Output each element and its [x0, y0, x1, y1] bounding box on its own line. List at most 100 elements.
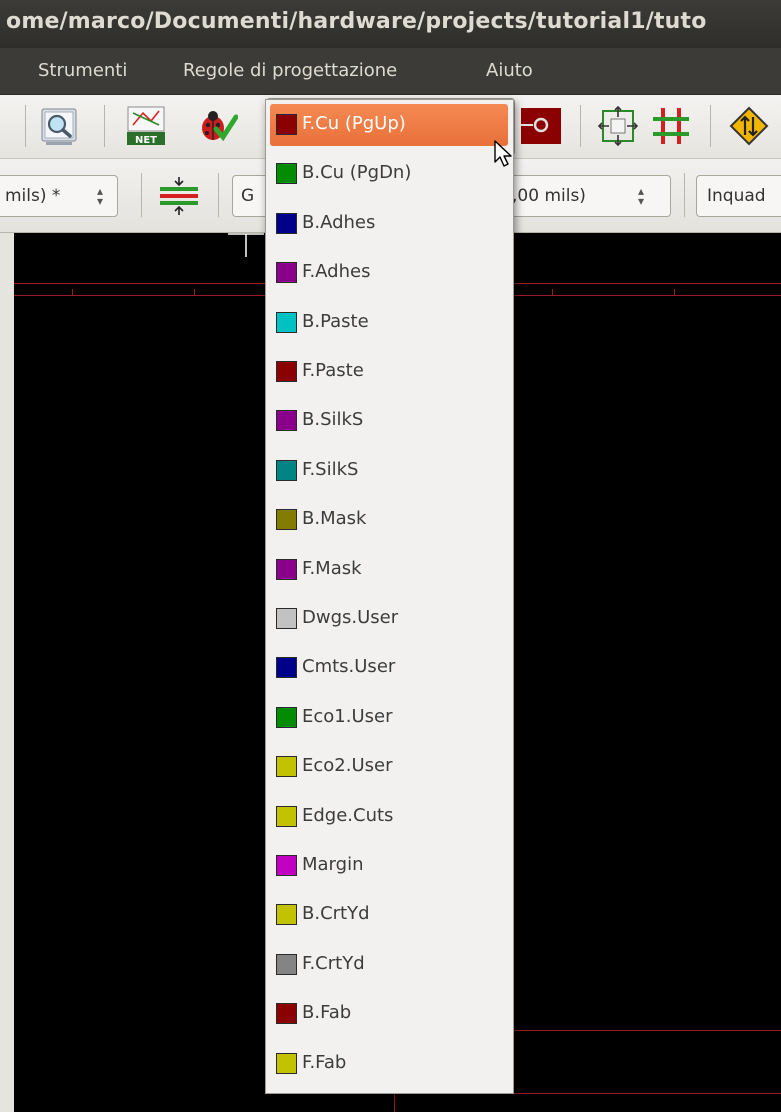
toolbar-separator — [218, 173, 219, 217]
layer-option-f-crtyd[interactable]: F.CrtYd — [270, 944, 508, 986]
layer-option-margin[interactable]: Margin — [270, 845, 508, 887]
layer-option-b-fab[interactable]: B.Fab — [270, 993, 508, 1035]
layer-color-swatch — [276, 558, 297, 580]
track-width-selector[interactable]: mils) * ▴ ▾ — [0, 175, 118, 217]
layer-option-cmts-user[interactable]: Cmts.User — [270, 647, 508, 689]
layer-color-swatch — [276, 756, 297, 778]
toolbar-separator — [684, 173, 685, 217]
toolbar-separator — [580, 105, 581, 147]
grid-label: G — [241, 186, 255, 206]
window-title: ome/marco/Documenti/hardware/projects/tu… — [6, 9, 707, 34]
layer-option-eco1-user[interactable]: Eco1.User — [270, 697, 508, 739]
zoom-value: Inquad — [707, 186, 766, 206]
ruler-tick — [674, 289, 675, 295]
layer-option-label: F.Cu (PgUp) — [302, 113, 406, 134]
ruler-tick — [72, 289, 73, 295]
grid-icon[interactable] — [650, 105, 692, 147]
layer-option-b-mask[interactable]: B.Mask — [270, 499, 508, 541]
track-width-value: mils) * — [5, 186, 61, 206]
left-toolbar — [0, 233, 15, 1112]
title-block-line — [394, 1093, 395, 1112]
toolbar-separator — [141, 173, 142, 217]
ladybug-drc-icon[interactable] — [196, 105, 239, 147]
layer-option-f-adhes[interactable]: F.Adhes — [270, 252, 508, 294]
menu-strumenti[interactable]: Strumenti — [38, 60, 127, 81]
layer-color-swatch — [276, 509, 297, 531]
spin-arrows-icon: ▴ ▾ — [638, 184, 645, 208]
layer-option-label: B.Cu (PgDn) — [302, 162, 412, 184]
layer-option-label: Margin — [302, 854, 364, 875]
layer-option-f-paste[interactable]: F.Paste — [270, 351, 508, 393]
layer-option-label: B.Paste — [302, 310, 369, 332]
layer-dropdown-list: F.Cu (PgUp) B.Cu (PgDn) B.Adhes F.Adhes B.Pa… — [265, 99, 514, 1094]
layer-option-dwgs-user[interactable]: Dwgs.User — [270, 598, 508, 640]
grid-value-selector[interactable]: ,00 mils) ▴ ▾ — [500, 175, 671, 217]
layer-option-f-cu-pgup[interactable]: F.Cu (PgUp) — [270, 104, 508, 146]
layer-color-swatch — [276, 805, 297, 827]
layer-option-label: B.Adhes — [302, 211, 376, 233]
layer-option-f-fab[interactable]: F.Fab — [270, 1043, 508, 1085]
layer-color-swatch — [276, 459, 297, 481]
layer-color-swatch — [276, 114, 297, 135]
layer-option-f-mask[interactable]: F.Mask — [270, 549, 508, 591]
layer-color-swatch — [276, 212, 297, 234]
toolbar-separator — [710, 105, 711, 147]
layer-option-b-paste[interactable]: B.Paste — [270, 302, 508, 344]
layer-option-label: F.CrtYd — [302, 952, 365, 974]
layer-color-swatch — [276, 608, 297, 629]
via-icon[interactable] — [521, 108, 561, 144]
magnifier-icon[interactable] — [38, 105, 80, 147]
layer-option-label: B.Fab — [302, 1002, 352, 1024]
layer-color-swatch — [276, 262, 297, 284]
mouse-pointer-icon — [494, 140, 512, 167]
layer-color-swatch — [276, 163, 297, 185]
track-width-icon[interactable] — [158, 175, 200, 217]
ruler-tick — [194, 289, 195, 295]
layer-color-swatch — [276, 657, 297, 679]
menu-bar: Strumenti Regole di progettazione Aiuto — [0, 48, 781, 95]
title-block-line — [512, 1030, 781, 1031]
grid-value: ,00 mils) — [512, 186, 586, 206]
direction-icon[interactable] — [728, 105, 770, 147]
menu-aiuto[interactable]: Aiuto — [486, 60, 533, 81]
layer-option-edge-cuts[interactable]: Edge.Cuts — [270, 796, 508, 838]
layer-option-eco2-user[interactable]: Eco2.User — [270, 746, 508, 788]
netlist-icon[interactable]: NET — [125, 105, 167, 147]
layer-color-swatch — [276, 953, 297, 975]
layer-color-swatch — [276, 311, 297, 333]
layer-color-swatch — [276, 1052, 297, 1074]
layer-option-label: B.SilkS — [302, 409, 364, 431]
layer-color-swatch — [276, 855, 297, 876]
crosshair-cursor — [228, 233, 264, 257]
layer-color-swatch — [276, 706, 297, 728]
layer-option-label: F.Mask — [302, 557, 362, 579]
layer-color-swatch — [276, 361, 297, 382]
autoplace-icon[interactable] — [597, 105, 639, 147]
title-bar: ome/marco/Documenti/hardware/projects/tu… — [0, 0, 781, 48]
layer-option-f-silks[interactable]: F.SilkS — [270, 450, 508, 492]
spin-arrows-icon: ▴ ▾ — [97, 184, 104, 208]
layer-option-b-crtyd[interactable]: B.CrtYd — [270, 894, 508, 936]
layer-option-label: Eco2.User — [302, 755, 393, 777]
svg-text:NET: NET — [135, 135, 157, 146]
layer-option-label: B.Mask — [302, 508, 367, 530]
layer-option-label: Eco1.User — [302, 705, 393, 727]
layer-option-label: B.CrtYd — [302, 903, 370, 925]
layer-option-label: Edge.Cuts — [302, 804, 394, 826]
layer-color-swatch — [276, 410, 297, 432]
toolbar-separator — [25, 105, 26, 147]
layer-color-swatch — [276, 1003, 297, 1025]
layer-option-b-cu-pgdn[interactable]: B.Cu (PgDn) — [270, 153, 508, 195]
menu-regole-di-progettazione[interactable]: Regole di progettazione — [183, 60, 397, 81]
layer-option-b-adhes[interactable]: B.Adhes — [270, 203, 508, 245]
layer-option-label: F.Paste — [302, 360, 364, 381]
layer-option-label: F.Adhes — [302, 261, 371, 283]
layer-option-label: Cmts.User — [302, 656, 396, 678]
layer-option-b-silks[interactable]: B.SilkS — [270, 400, 508, 442]
layer-option-label: F.Fab — [302, 1051, 347, 1073]
ruler-tick — [552, 289, 553, 295]
toolbar-separator — [104, 105, 105, 147]
layer-option-label: F.SilkS — [302, 458, 359, 480]
layer-color-swatch — [276, 904, 297, 926]
zoom-selector[interactable]: Inquad — [696, 175, 781, 217]
